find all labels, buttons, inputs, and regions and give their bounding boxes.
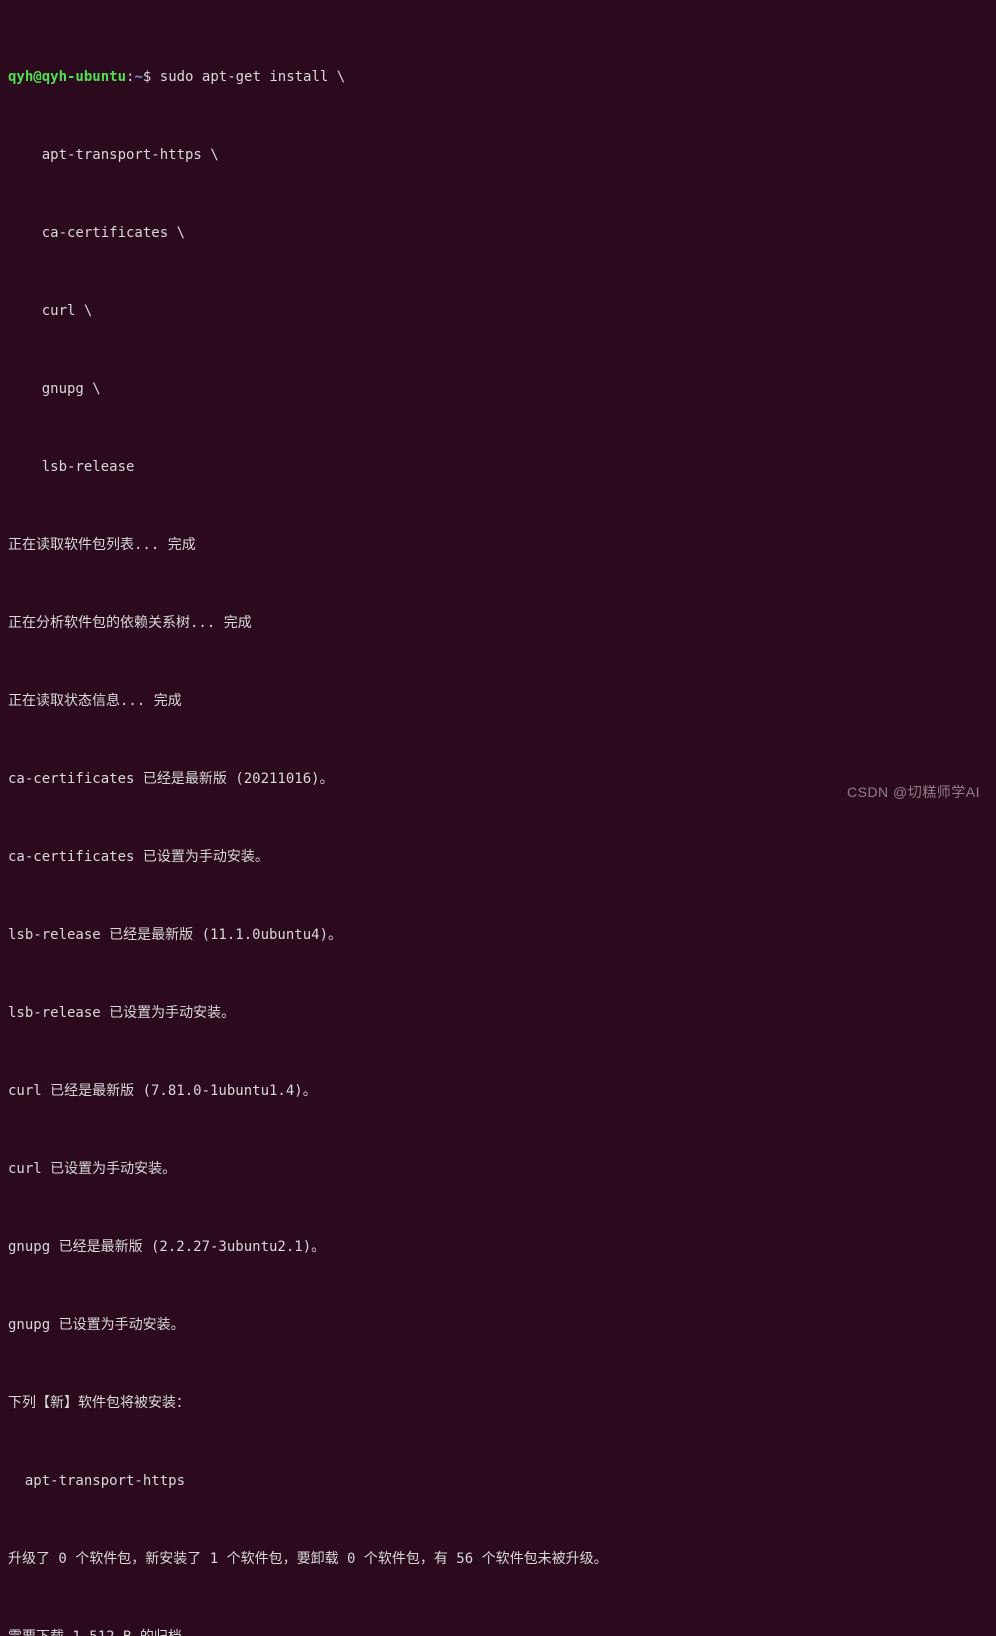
command-text: sudo apt-get install \ — [160, 69, 345, 85]
command-continuation: curl \ — [8, 298, 988, 324]
output-line: apt-transport-https — [8, 1468, 988, 1494]
output-line: 升级了 0 个软件包，新安装了 1 个软件包，要卸载 0 个软件包，有 56 个… — [8, 1546, 988, 1572]
prompt-line-1: qyh@qyh-ubuntu:~$ sudo apt-get install \ — [8, 64, 988, 90]
prompt-user: qyh@qyh-ubuntu — [8, 69, 126, 85]
output-line: 需要下载 1,512 B 的归档。 — [8, 1624, 988, 1636]
output-line: 正在读取状态信息... 完成 — [8, 688, 988, 714]
output-line: curl 已经是最新版 (7.81.0-1ubuntu1.4)。 — [8, 1078, 988, 1104]
output-line: 正在分析软件包的依赖关系树... 完成 — [8, 610, 988, 636]
command-continuation: lsb-release — [8, 454, 988, 480]
output-line: gnupg 已经是最新版 (2.2.27-3ubuntu2.1)。 — [8, 1234, 988, 1260]
output-line: ca-certificates 已经是最新版 (20211016)。 — [8, 766, 988, 792]
output-line: ca-certificates 已设置为手动安装。 — [8, 844, 988, 870]
output-line: 正在读取软件包列表... 完成 — [8, 532, 988, 558]
output-line: lsb-release 已设置为手动安装。 — [8, 1000, 988, 1026]
command-continuation: apt-transport-https \ — [8, 142, 988, 168]
command-continuation: ca-certificates \ — [8, 220, 988, 246]
terminal-window[interactable]: qyh@qyh-ubuntu:~$ sudo apt-get install \… — [0, 0, 996, 1636]
prompt-path: ~ — [134, 69, 142, 85]
output-line: 下列【新】软件包将被安装： — [8, 1390, 988, 1416]
output-line: curl 已设置为手动安装。 — [8, 1156, 988, 1182]
command-continuation: gnupg \ — [8, 376, 988, 402]
output-line: lsb-release 已经是最新版 (11.1.0ubuntu4)。 — [8, 922, 988, 948]
watermark-text: CSDN @切糕师学AI — [847, 782, 980, 802]
output-line: gnupg 已设置为手动安装。 — [8, 1312, 988, 1338]
